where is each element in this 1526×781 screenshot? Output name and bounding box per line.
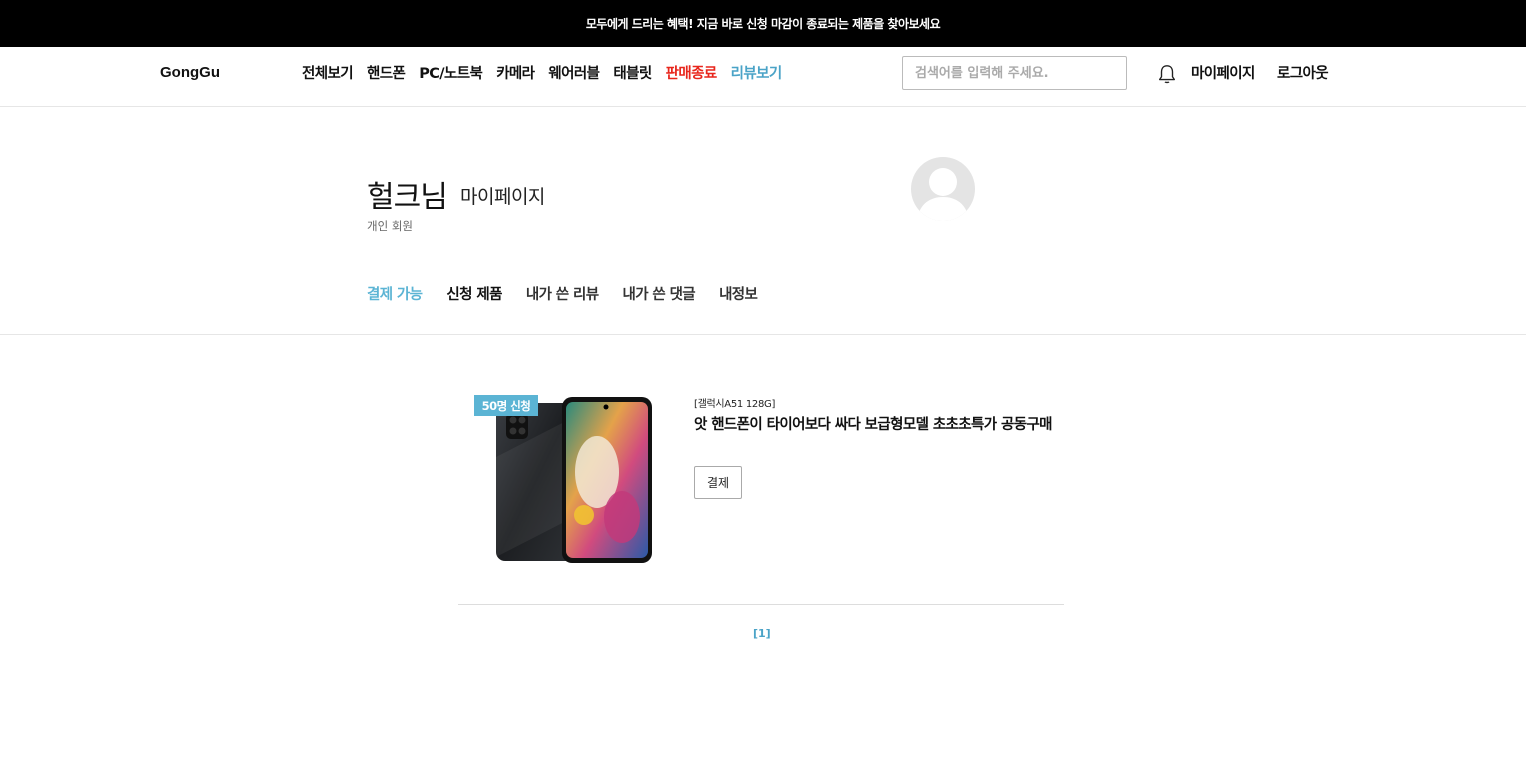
nav-item-reviews[interactable]: 리뷰보기 [731,62,783,83]
profile-name: 헐크님 [367,180,448,215]
nav-item-camera[interactable]: 카메라 [496,62,535,83]
applicant-count-badge: 50명 신청 [474,395,538,416]
product-title[interactable]: 앗 핸드폰이 타이어보다 싸다 보급형모델 초초초특가 공동구매 [694,416,1054,435]
nav-item-phone[interactable]: 핸드폰 [367,62,406,83]
pagination-page-1[interactable]: [1] [753,627,771,640]
tab-my-comments[interactable]: 내가 쓴 댓글 [622,283,695,304]
nav-item-pc-notebook[interactable]: PC/노트북 [419,62,483,83]
mypage-tabs: 결제 가능 신청 제품 내가 쓴 리뷰 내가 쓴 댓글 내정보 [367,283,758,304]
logout-link[interactable]: 로그아웃 [1277,62,1329,83]
site-header: GongGu 전체보기 핸드폰 PC/노트북 카메라 웨어러블 태블릿 판매종료… [0,47,1526,107]
section-divider [0,334,1526,335]
tab-payable[interactable]: 결제 가능 [367,283,423,304]
pay-button[interactable]: 결제 [694,466,742,499]
mypage-link[interactable]: 마이페이지 [1191,62,1255,83]
main-nav: 전체보기 핸드폰 PC/노트북 카메라 웨어러블 태블릿 판매종료 리뷰보기 [302,62,782,83]
tab-my-reviews[interactable]: 내가 쓴 리뷰 [526,283,599,304]
site-logo[interactable]: GongGu [160,64,220,81]
nav-item-wearable[interactable]: 웨어러블 [548,62,600,83]
list-divider [458,604,1064,605]
top-banner: 모두에게 드리는 혜택! 지금 바로 신청 마감이 종료되는 제품을 찾아보세요 [0,0,1526,47]
product-image[interactable] [494,397,652,563]
tab-my-info[interactable]: 내정보 [719,283,758,304]
search-input[interactable] [902,56,1127,90]
top-banner-text: 모두에게 드리는 혜택! 지금 바로 신청 마감이 종료되는 제품을 찾아보세요 [585,17,941,31]
tab-applied-products[interactable]: 신청 제품 [446,283,502,304]
nav-item-all[interactable]: 전체보기 [302,62,354,83]
page-title: 마이페이지 [460,186,545,208]
nav-item-tablet[interactable]: 태블릿 [613,62,652,83]
bell-icon[interactable] [1156,63,1178,85]
nav-item-sale-ended[interactable]: 판매종료 [666,62,718,83]
product-code: [갤럭시A51 128G] [694,399,776,410]
default-avatar-icon [911,157,975,221]
member-type-label: 개인 회원 [367,219,413,233]
